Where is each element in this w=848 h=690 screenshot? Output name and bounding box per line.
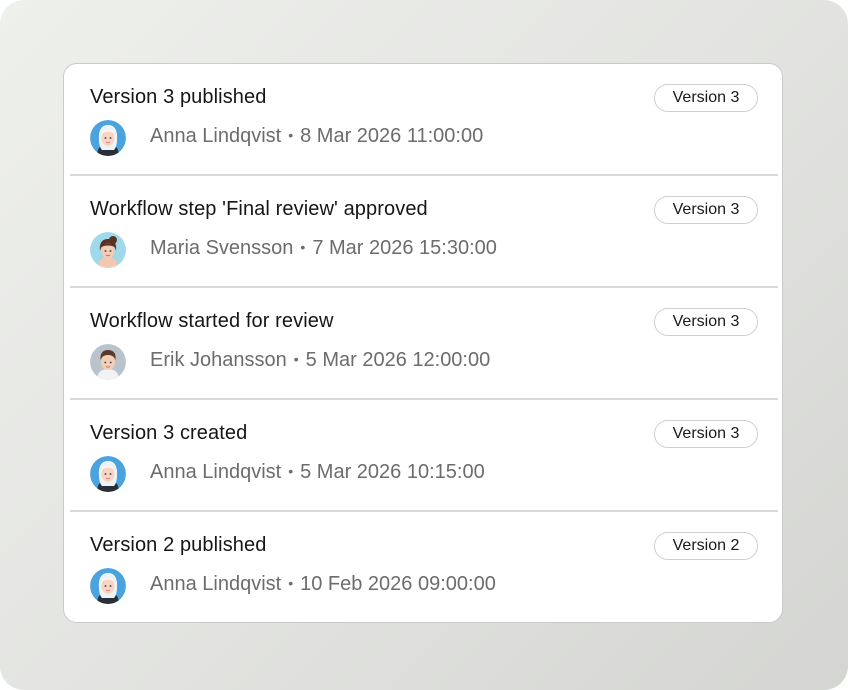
version-badge[interactable]: Version 3 [654, 84, 758, 112]
entry-user[interactable]: Maria Svensson [150, 237, 293, 259]
entry-title: Workflow step 'Final review' approved [90, 198, 428, 220]
entry-title: Workflow started for review [90, 310, 334, 332]
entry-user[interactable]: Anna Lindqvist [150, 125, 281, 147]
meta-separator: • [288, 127, 294, 143]
avatar-maria-icon [90, 232, 126, 268]
background-frame: Version 3 published Version 3 Anna Lindq… [0, 0, 848, 690]
activity-entry[interactable]: Version 3 published Version 3 Anna Lindq… [64, 64, 782, 176]
avatar-erik-icon [90, 344, 126, 380]
version-badge[interactable]: Version 3 [654, 308, 758, 336]
activity-history-card: Version 3 published Version 3 Anna Lindq… [63, 63, 783, 623]
meta-separator: • [293, 351, 299, 367]
entry-meta: Maria Svensson • 7 Mar 2026 15:30:00 [150, 237, 497, 260]
avatar-anna-icon [90, 568, 126, 604]
activity-entry[interactable]: Workflow started for review Version 3 Er… [64, 288, 782, 400]
activity-entry[interactable]: Version 2 published Version 2 Anna Lindq… [64, 512, 782, 622]
avatar-anna-icon [90, 456, 126, 492]
entry-title: Version 2 published [90, 534, 267, 556]
entry-user[interactable]: Erik Johansson [150, 349, 287, 371]
activity-entry[interactable]: Workflow step 'Final review' approved Ve… [64, 176, 782, 288]
version-badge[interactable]: Version 3 [654, 196, 758, 224]
entry-timestamp: 7 Mar 2026 15:30:00 [312, 237, 497, 259]
version-badge[interactable]: Version 3 [654, 420, 758, 448]
activity-entry[interactable]: Version 3 created Version 3 Anna Lindqvi… [64, 400, 782, 512]
meta-separator: • [300, 239, 306, 255]
entry-meta: Erik Johansson • 5 Mar 2026 12:00:00 [150, 349, 490, 372]
entry-user[interactable]: Anna Lindqvist [150, 461, 281, 483]
entry-meta: Anna Lindqvist • 8 Mar 2026 11:00:00 [150, 125, 483, 148]
entry-timestamp: 5 Mar 2026 10:15:00 [300, 461, 485, 483]
entry-timestamp: 8 Mar 2026 11:00:00 [300, 125, 484, 147]
entry-timestamp: 10 Feb 2026 09:00:00 [300, 573, 496, 595]
version-badge[interactable]: Version 2 [654, 532, 758, 560]
entry-meta: Anna Lindqvist • 5 Mar 2026 10:15:00 [150, 461, 485, 484]
entry-title: Version 3 created [90, 422, 248, 444]
entry-timestamp: 5 Mar 2026 12:00:00 [305, 349, 491, 371]
entry-user[interactable]: Anna Lindqvist [150, 573, 281, 595]
meta-separator: • [288, 575, 294, 591]
avatar-anna-icon [90, 120, 126, 156]
entry-title: Version 3 published [90, 86, 267, 108]
entry-meta: Anna Lindqvist • 10 Feb 2026 09:00:00 [150, 573, 496, 596]
meta-separator: • [288, 463, 294, 479]
